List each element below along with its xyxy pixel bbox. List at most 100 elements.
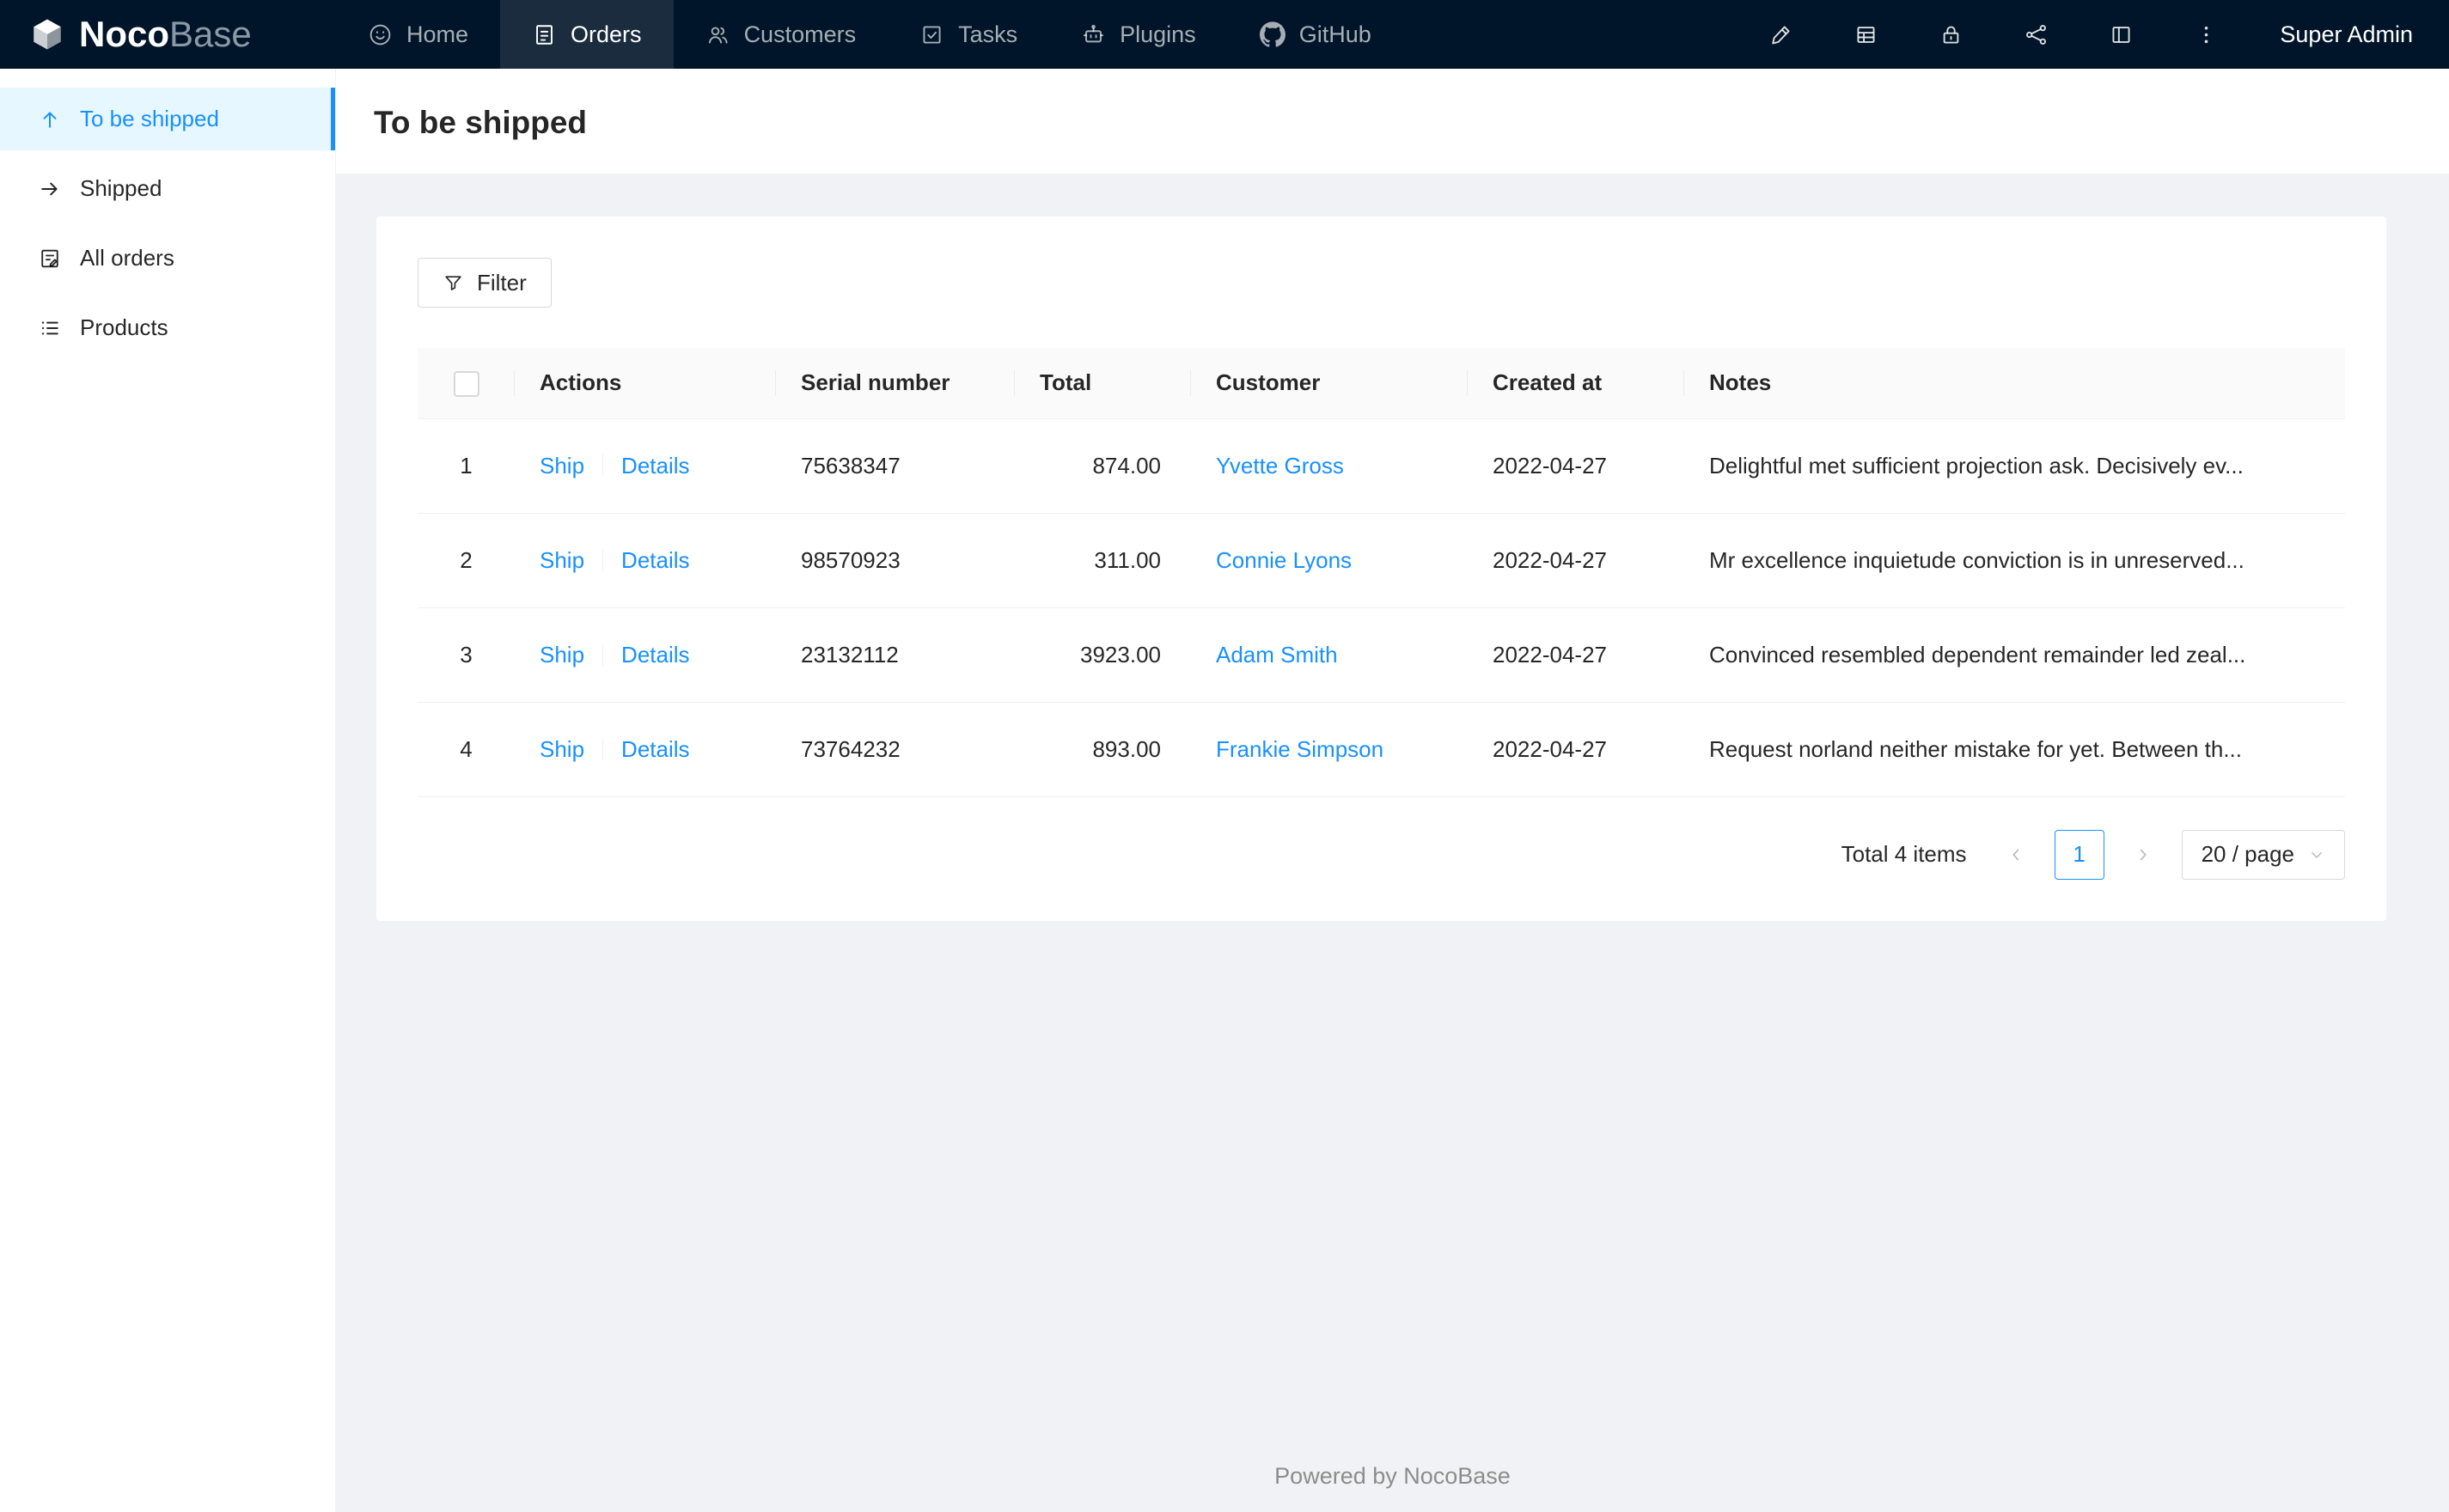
app-layout: To be shipped Shipped All orders Product…	[0, 69, 2449, 1512]
main-nav: Home Orders Customers Tasks Plugins GitH…	[336, 0, 1403, 69]
action-divider	[602, 548, 604, 571]
table-row: 4 Ship Details 73764232 893.00 Frankie Simpso…	[418, 702, 2345, 797]
chevron-down-icon	[2308, 846, 2325, 863]
ellipsis-icon[interactable]	[2164, 0, 2249, 69]
filter-button[interactable]: Filter	[418, 258, 552, 308]
action-divider	[602, 454, 604, 477]
page-header: To be shipped	[336, 69, 2449, 174]
nocobase-logo-icon	[29, 16, 65, 52]
nav-item-tasks[interactable]: Tasks	[888, 0, 1049, 69]
customer-link[interactable]: Adam Smith	[1216, 642, 1338, 668]
arrow-right-icon	[38, 177, 62, 201]
pagination-next-button[interactable]	[2118, 830, 2168, 880]
content: Filter Actions Serial number Total Custo…	[336, 174, 2449, 921]
column-actions: Actions	[515, 348, 776, 419]
total-cell: 893.00	[1015, 702, 1191, 797]
nocobase-logo[interactable]: NocoBase	[0, 14, 336, 55]
created-at-cell: 2022-04-27	[1468, 418, 1684, 514]
notes-cell: Mr excellence inquietude conviction is i…	[1684, 513, 2345, 608]
header-right: Super Admin	[1738, 0, 2449, 69]
user-menu[interactable]: Super Admin	[2249, 21, 2449, 48]
created-at-cell: 2022-04-27	[1468, 513, 1684, 608]
sidebar-item-label: All orders	[80, 245, 174, 271]
customer-link[interactable]: Frankie Simpson	[1216, 736, 1383, 762]
customer-cell: Adam Smith	[1191, 607, 1468, 703]
table-row: 2 Ship Details 98570923 311.00 Connie Lyons 20…	[418, 513, 2345, 608]
table-row: 3 Ship Details 23132112 3923.00 Adam Smith 202…	[418, 607, 2345, 703]
form-icon	[38, 247, 62, 271]
details-link[interactable]: Details	[621, 453, 689, 479]
sidebar-item-label: Products	[80, 314, 168, 340]
arrow-up-icon	[38, 107, 62, 131]
ship-link[interactable]: Ship	[540, 453, 584, 479]
ship-link[interactable]: Ship	[540, 642, 584, 668]
nav-item-plugins[interactable]: Plugins	[1049, 0, 1228, 69]
total-cell: 311.00	[1015, 513, 1191, 608]
created-at-cell: 2022-04-27	[1468, 702, 1684, 797]
logo-text: NocoBase	[79, 14, 252, 54]
column-total: Total	[1015, 348, 1191, 419]
row-index: 4	[418, 702, 515, 797]
created-at-cell: 2022-04-27	[1468, 607, 1684, 703]
ship-link[interactable]: Ship	[540, 736, 584, 762]
collections-icon[interactable]	[1823, 0, 1909, 69]
filter-label: Filter	[477, 269, 527, 296]
total-cell: 874.00	[1015, 418, 1191, 514]
orders-icon	[532, 22, 557, 47]
column-created-at: Created at	[1468, 348, 1684, 419]
nav-item-home[interactable]: Home	[336, 0, 500, 69]
highlighter-icon[interactable]	[1738, 0, 1823, 69]
table-row: 1 Ship Details 75638347 874.00 Yvette Gross 20…	[418, 418, 2345, 514]
nav-label: Home	[406, 21, 469, 47]
footer: Powered by NocoBase	[1274, 1463, 1511, 1489]
orders-card: Filter Actions Serial number Total Custo…	[376, 216, 2386, 921]
github-icon	[1259, 21, 1286, 47]
row-index: 2	[418, 513, 515, 608]
serial-number-cell: 75638347	[776, 418, 1015, 514]
hierarchy-icon[interactable]	[1994, 0, 2079, 69]
details-link[interactable]: Details	[621, 736, 689, 762]
details-link[interactable]: Details	[621, 547, 689, 573]
sidebar: To be shipped Shipped All orders Product…	[0, 69, 336, 1512]
list-icon	[38, 316, 62, 340]
notes-cell: Delightful met sufficient projection ask…	[1684, 418, 2345, 514]
pagination-page-1[interactable]: 1	[2054, 829, 2104, 880]
customer-cell: Connie Lyons	[1191, 513, 1468, 608]
ship-link[interactable]: Ship	[540, 547, 584, 573]
customer-cell: Frankie Simpson	[1191, 702, 1468, 797]
sidebar-item-shipped[interactable]: Shipped	[0, 157, 335, 220]
column-serial-number: Serial number	[776, 348, 1015, 419]
pagination: Total 4 items 1 20 / page	[418, 829, 2345, 880]
tasks-icon	[919, 22, 944, 47]
details-link[interactable]: Details	[621, 642, 689, 668]
select-all-checkbox[interactable]	[453, 370, 479, 397]
row-actions-cell: Ship Details	[515, 607, 776, 703]
table-header-row: Actions Serial number Total Customer Cre…	[418, 348, 2345, 419]
sidebar-item-products[interactable]: Products	[0, 296, 335, 359]
page-size-value: 20 / page	[2201, 841, 2294, 867]
sidebar-item-to-be-shipped[interactable]: To be shipped	[0, 88, 335, 150]
total-cell: 3923.00	[1015, 607, 1191, 703]
nav-item-orders[interactable]: Orders	[500, 0, 674, 69]
customer-cell: Yvette Gross	[1191, 418, 1468, 514]
customers-icon	[705, 22, 730, 47]
page-size-select[interactable]: 20 / page	[2181, 829, 2345, 880]
layout-icon[interactable]	[2079, 0, 2164, 69]
select-all-header	[418, 348, 515, 419]
row-actions-cell: Ship Details	[515, 702, 776, 797]
table-body: 1 Ship Details 75638347 874.00 Yvette Gross 20…	[418, 418, 2345, 797]
page-title: To be shipped	[374, 105, 588, 140]
lock-icon[interactable]	[1909, 0, 1994, 69]
nav-item-customers[interactable]: Customers	[674, 0, 889, 69]
serial-number-cell: 23132112	[776, 607, 1015, 703]
row-actions-cell: Ship Details	[515, 513, 776, 608]
row-actions-cell: Ship Details	[515, 418, 776, 514]
pagination-prev-button[interactable]	[1991, 830, 2041, 880]
customer-link[interactable]: Yvette Gross	[1216, 453, 1344, 479]
sidebar-item-all-orders[interactable]: All orders	[0, 227, 335, 290]
nav-item-github[interactable]: GitHub	[1228, 0, 1403, 69]
action-divider	[602, 737, 604, 760]
sidebar-item-label: To be shipped	[80, 106, 219, 131]
sidebar-item-label: Shipped	[80, 175, 162, 201]
customer-link[interactable]: Connie Lyons	[1216, 547, 1352, 573]
